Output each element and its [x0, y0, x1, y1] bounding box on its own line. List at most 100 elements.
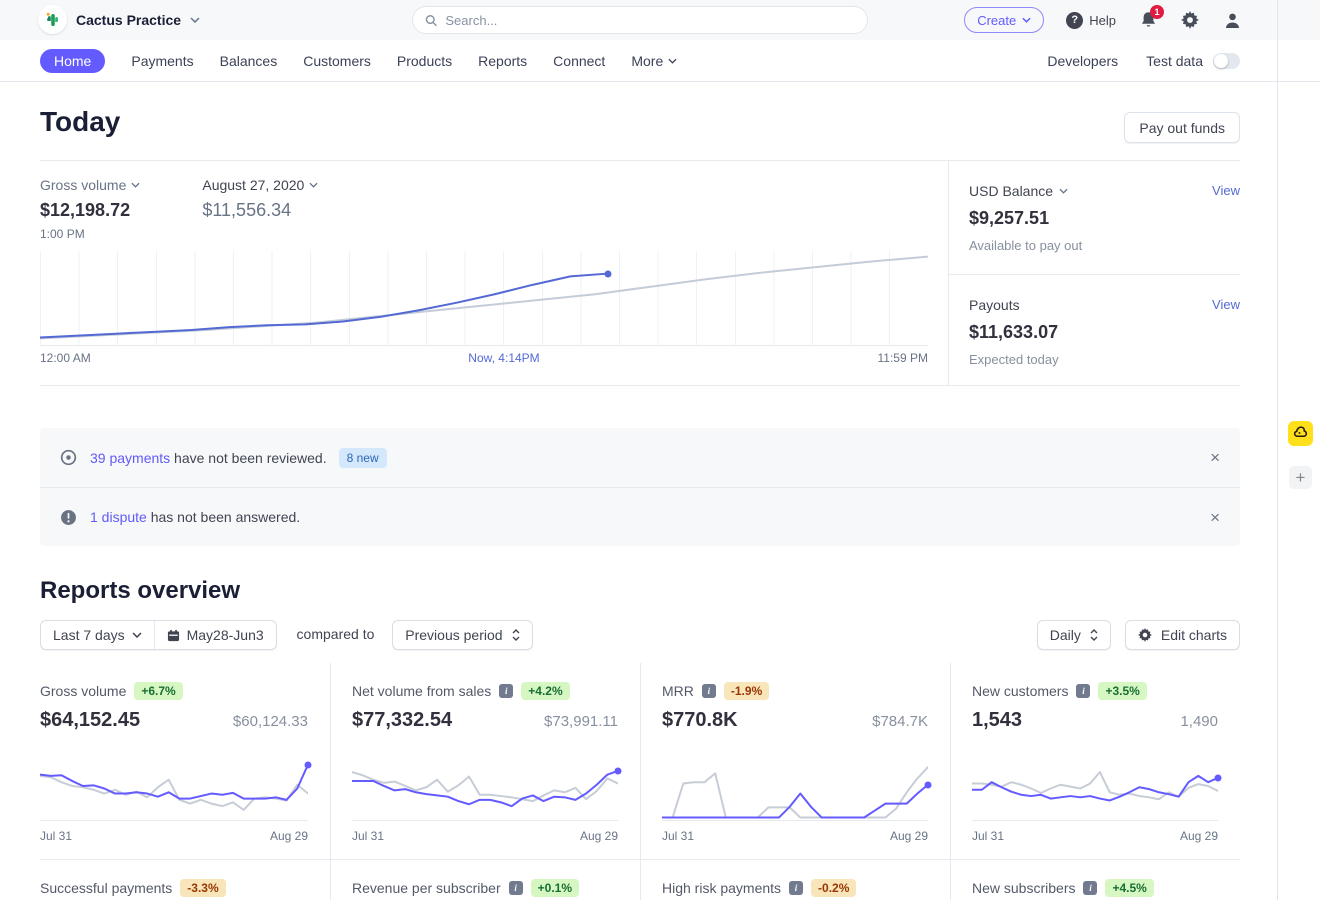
- test-data-label: Test data: [1146, 53, 1203, 69]
- sparkline-chart: [662, 757, 928, 821]
- account-name: Cactus Practice: [76, 12, 181, 28]
- dispute-text: has not been answered.: [147, 509, 300, 525]
- change-badge: +4.2%: [521, 682, 569, 700]
- change-badge: +0.1%: [531, 879, 579, 897]
- nav-right: Developers Test data: [1047, 53, 1240, 69]
- close-icon[interactable]: ×: [1210, 509, 1220, 526]
- new-payments-badge: 8 new: [339, 448, 387, 468]
- stripe-dashboard: Cactus Practice Create ? Help 1: [0, 0, 1320, 900]
- nav-tab-more[interactable]: More: [631, 53, 677, 69]
- payments-review-notice: 39 payments have not been reviewed. 8 ne…: [40, 428, 1240, 487]
- review-icon: [60, 449, 77, 466]
- gross-volume-selector[interactable]: Gross volume: [40, 177, 140, 193]
- sparkline-chart: [352, 757, 618, 821]
- edit-charts-button[interactable]: Edit charts: [1125, 620, 1240, 650]
- close-icon[interactable]: ×: [1210, 449, 1220, 466]
- chevron-down-icon: [190, 17, 200, 23]
- reports-title: Reports overview: [40, 577, 1240, 605]
- notifications-bell-button[interactable]: 1: [1138, 10, 1158, 30]
- metric-card-new-customers[interactable]: New customers i +3.5% 1,543 1,490 Jul 31…: [950, 663, 1240, 859]
- metric-card-revenue-per-subscriber[interactable]: Revenue per subscriber i +0.1% $107.56: [330, 860, 640, 900]
- info-icon[interactable]: i: [509, 881, 523, 895]
- dispute-link[interactable]: 1 dispute: [90, 509, 147, 525]
- axis-label-end: 11:59 PM: [878, 351, 928, 365]
- card-title: Gross volume: [40, 683, 126, 699]
- search-bar[interactable]: [412, 6, 868, 34]
- today-header: Today Pay out funds: [40, 106, 1240, 154]
- card-value: $64,152.45: [40, 709, 140, 732]
- alert-icon: [60, 509, 77, 526]
- date-range-button[interactable]: May28-Jun3: [154, 621, 276, 649]
- comparison-period-select[interactable]: Previous period: [392, 620, 532, 650]
- info-icon[interactable]: i: [499, 684, 513, 698]
- current-point-dot: [615, 767, 622, 774]
- axis-label-now: Now, 4:14PM: [468, 351, 539, 365]
- metric-card-net-volume[interactable]: Net volume from sales i +4.2% $77,332.54…: [330, 663, 640, 859]
- cactus-logo-icon: [38, 5, 67, 34]
- extension-icon[interactable]: [1288, 421, 1313, 446]
- info-icon[interactable]: i: [789, 881, 803, 895]
- metric-card-new-subscribers[interactable]: New subscribers i +4.5% 12,286: [950, 860, 1240, 900]
- change-badge: +4.5%: [1105, 879, 1153, 897]
- topbar-actions: Create ? Help 1: [964, 0, 1242, 40]
- notification-count-badge: 1: [1150, 5, 1164, 19]
- profile-button[interactable]: [1222, 10, 1242, 30]
- developers-link[interactable]: Developers: [1047, 53, 1118, 69]
- today-panel: Gross volume $12,198.72 1:00 PM August 2…: [40, 160, 1240, 386]
- metric-card-successful-payments[interactable]: Successful payments -3.3% 5,836: [40, 860, 330, 900]
- card-value: 1,543: [972, 709, 1022, 732]
- gear-icon: [1138, 628, 1152, 642]
- nav-tab-balances[interactable]: Balances: [220, 53, 278, 69]
- interval-select[interactable]: Daily: [1037, 620, 1111, 650]
- nav-tab-home[interactable]: Home: [40, 49, 105, 73]
- usd-balance-selector[interactable]: USD Balance: [969, 183, 1240, 199]
- metric-cards: Gross volume +6.7% $64,152.45 $60,124.33…: [40, 663, 1240, 900]
- balances-panel: USD Balance View $9,257.51 Available to …: [948, 161, 1240, 385]
- usd-balance-view-link[interactable]: View: [1212, 183, 1240, 198]
- payments-review-link[interactable]: 39 payments: [90, 450, 170, 466]
- metric-card-high-risk-payments[interactable]: High risk payments i -0.2% 254: [640, 860, 950, 900]
- test-data-toggle[interactable]: [1213, 53, 1240, 69]
- usd-balance-caption: Available to pay out: [969, 238, 1240, 253]
- nav-tab-reports[interactable]: Reports: [478, 53, 527, 69]
- axis-label-start: 12:00 AM: [40, 351, 91, 365]
- info-icon[interactable]: i: [1076, 684, 1090, 698]
- info-icon[interactable]: i: [702, 684, 716, 698]
- metric-card-mrr[interactable]: MRR i -1.9% $770.8K $784.7K Jul 31Aug 29: [640, 663, 950, 859]
- sparkline-chart: [40, 757, 308, 821]
- extension-strip: +: [1277, 0, 1320, 900]
- comparison-date-selector[interactable]: August 27, 2020: [202, 177, 318, 193]
- help-button[interactable]: ? Help: [1066, 12, 1116, 29]
- card-compare-value: 1,490: [1180, 713, 1218, 730]
- info-icon[interactable]: i: [1083, 881, 1097, 895]
- payouts-view-link[interactable]: View: [1212, 297, 1240, 312]
- nav-tab-payments[interactable]: Payments: [131, 53, 193, 69]
- gear-icon: [1181, 11, 1199, 29]
- card-title: Revenue per subscriber: [352, 880, 501, 896]
- current-point-dot: [605, 270, 612, 277]
- today-chart-section: Gross volume $12,198.72 1:00 PM August 2…: [40, 161, 948, 385]
- card-title: Successful payments: [40, 880, 172, 896]
- chevron-down-icon: [1059, 188, 1068, 194]
- nav-tab-connect[interactable]: Connect: [553, 53, 605, 69]
- search-icon: [425, 14, 437, 27]
- plus-button[interactable]: +: [1289, 466, 1312, 489]
- nav-tab-customers[interactable]: Customers: [303, 53, 371, 69]
- account-switcher[interactable]: Cactus Practice: [38, 5, 200, 34]
- search-input[interactable]: [445, 13, 855, 28]
- metric-card-gross-volume[interactable]: Gross volume +6.7% $64,152.45 $60,124.33…: [40, 663, 330, 859]
- card-value: $770.8K: [662, 709, 738, 732]
- payments-review-text: have not been reviewed.: [170, 450, 326, 466]
- range-preset-button[interactable]: Last 7 days: [41, 621, 154, 649]
- toggle-knob: [1214, 54, 1228, 68]
- card-title: New subscribers: [972, 880, 1075, 896]
- create-button[interactable]: Create: [964, 7, 1044, 33]
- comparison-date-stat: August 27, 2020 $11,556.34: [202, 177, 318, 241]
- card-title: Net volume from sales: [352, 683, 491, 699]
- pay-out-funds-button[interactable]: Pay out funds: [1124, 112, 1240, 143]
- settings-button[interactable]: [1180, 10, 1200, 30]
- chevron-down-icon: [668, 58, 677, 64]
- sparkline-chart: [972, 757, 1218, 821]
- nav-tab-products[interactable]: Products: [397, 53, 452, 69]
- nav-tabs: Home Payments Balances Customers Product…: [40, 49, 677, 73]
